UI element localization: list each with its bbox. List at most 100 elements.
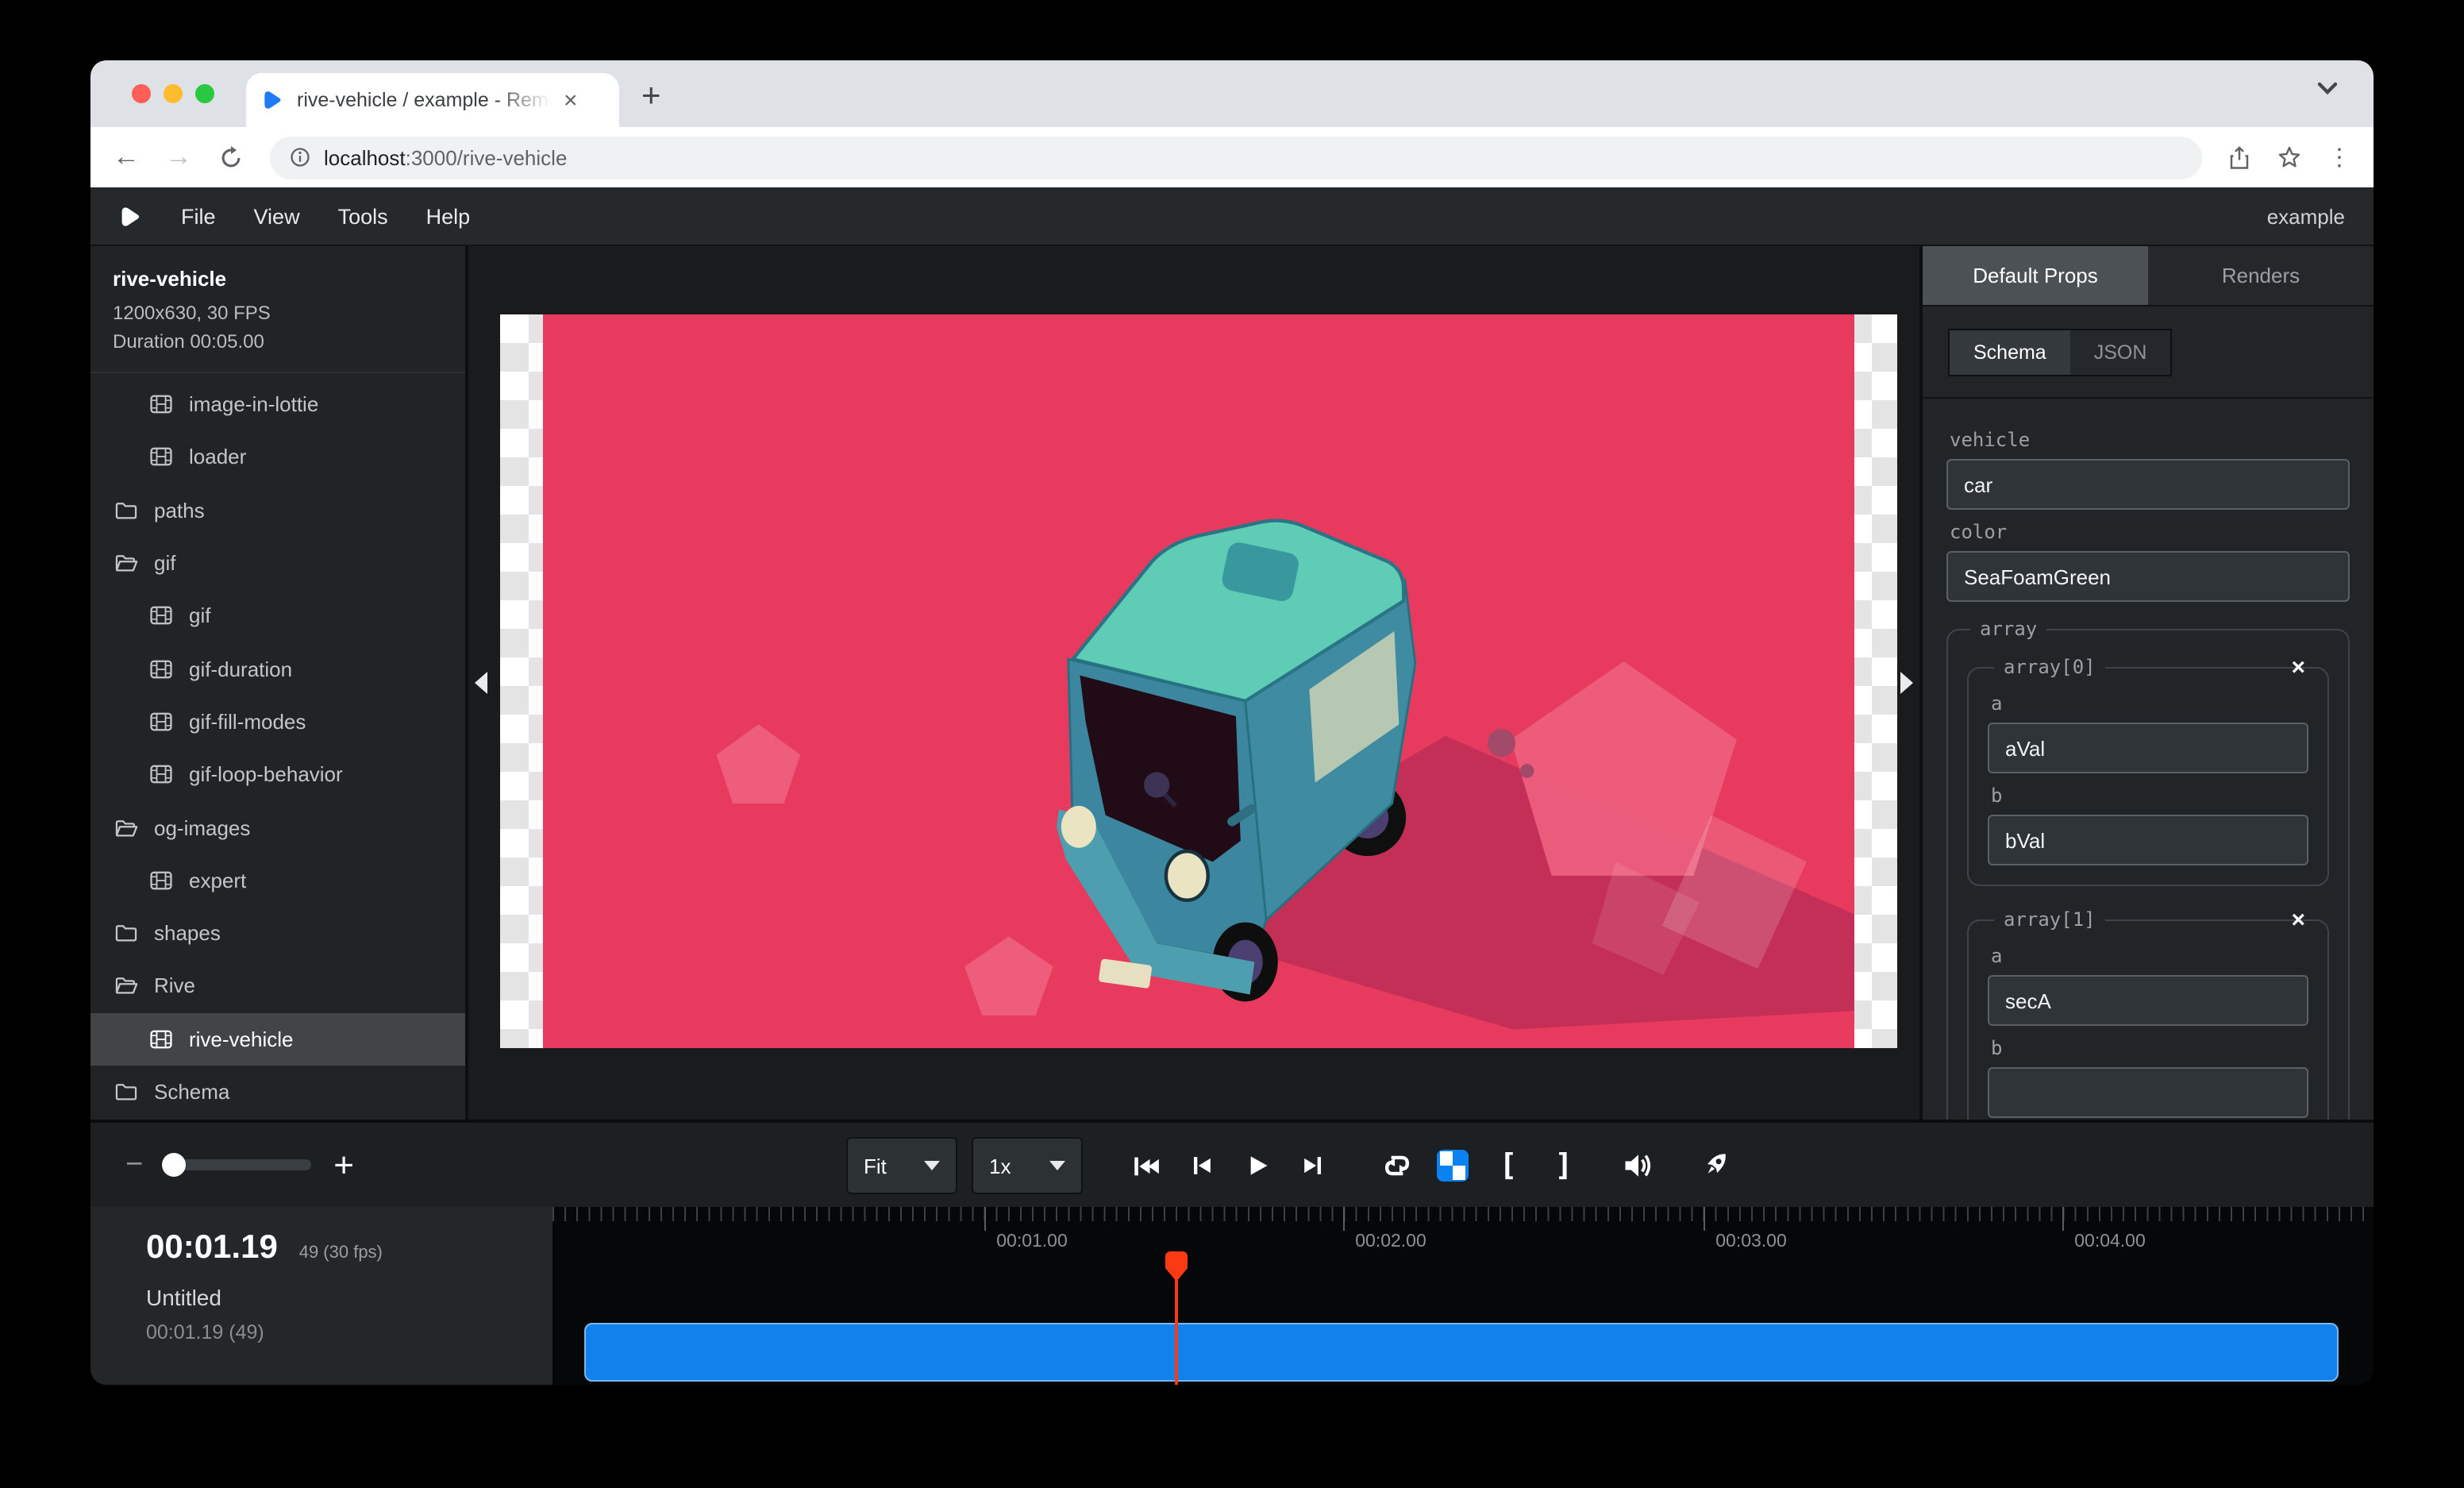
remotion-logo-icon	[119, 204, 143, 228]
browser-tab-strip: rive-vehicle / example - Remoti × +	[90, 60, 2374, 127]
jump-to-start-button[interactable]	[1126, 1137, 1167, 1194]
address-bar[interactable]: localhost:3000/rive-vehicle	[270, 136, 2202, 179]
array-0-input-a[interactable]: aVal	[1988, 723, 2308, 773]
set-in-point-button[interactable]: [	[1488, 1137, 1529, 1194]
timeline-track-bar[interactable]	[584, 1323, 2339, 1382]
field-label-vehicle: vehicle	[1950, 429, 2350, 451]
play-button[interactable]	[1237, 1137, 1278, 1194]
zoom-slider-thumb[interactable]	[162, 1153, 186, 1177]
field-input-vehicle[interactable]: car	[1946, 459, 2350, 510]
array-1-input-a[interactable]: secA	[1988, 975, 2308, 1026]
props-panel: Default Props Renders Schema JSON vehicl…	[1919, 246, 2374, 1120]
collapse-right-panel-arrow[interactable]	[1900, 672, 1913, 694]
fit-select[interactable]: Fit	[846, 1137, 957, 1194]
props-mode-toggle: Schema JSON	[1948, 329, 2172, 376]
sidebar-item-expert[interactable]: expert	[90, 854, 465, 907]
array-1-input-b[interactable]	[1988, 1067, 2308, 1118]
app-menu-bar: File View Tools Help example	[90, 187, 2374, 246]
in-bracket-icon: [	[1500, 1148, 1518, 1183]
track-duration: 00:01.19 (49)	[146, 1321, 552, 1343]
vehicle-artwork	[543, 314, 1854, 1048]
array-legend: array	[1970, 618, 2046, 640]
sidebar-item-rive-vehicle[interactable]: rive-vehicle	[90, 1012, 465, 1066]
mode-schema[interactable]: Schema	[1950, 330, 2070, 375]
menu-file[interactable]: File	[181, 204, 216, 228]
reload-icon[interactable]	[218, 144, 244, 171]
sidebar-folder-shapes[interactable]: shapes	[90, 907, 465, 960]
array-item-1-legend: array[1]	[1994, 908, 2105, 931]
sidebar-item-loader[interactable]: loader	[90, 431, 465, 484]
sidebar-item-gif-fill-modes[interactable]: gif-fill-modes	[90, 696, 465, 749]
search-tabs-chevron-icon[interactable]	[2316, 81, 2339, 95]
ruler-label-1s: 00:01.00	[996, 1232, 1068, 1251]
composition-name: rive-vehicle	[113, 267, 443, 291]
array-0-label-b: b	[1991, 784, 2308, 807]
zoom-in-button[interactable]: +	[333, 1144, 354, 1185]
chevron-down-icon	[1049, 1161, 1065, 1170]
set-out-point-button[interactable]: ]	[1543, 1137, 1584, 1194]
menu-help[interactable]: Help	[426, 204, 471, 228]
sidebar-folder-schema[interactable]: Schema	[90, 1066, 465, 1119]
field-label-color: color	[1950, 521, 2350, 543]
play-icon	[1242, 1150, 1273, 1182]
composition-duration: Duration 00:05.00	[113, 327, 443, 356]
zoom-slider[interactable]	[165, 1159, 311, 1170]
tab-close-icon[interactable]: ×	[564, 88, 578, 112]
window-traffic-lights[interactable]	[132, 84, 214, 103]
composition-viewport	[500, 314, 1897, 1048]
zoom-controls: − +	[125, 1123, 354, 1207]
menu-view[interactable]: View	[254, 204, 300, 228]
remove-array-item-0-icon[interactable]: ×	[2291, 654, 2305, 681]
track-name: Untitled	[146, 1285, 552, 1310]
transparency-checkerboard-toggle[interactable]	[1432, 1137, 1473, 1194]
sidebar-folder-rive[interactable]: Rive	[90, 960, 465, 1013]
sidebar-item-gif-duration[interactable]: gif-duration	[90, 642, 465, 696]
rocket-icon	[1699, 1148, 1734, 1183]
ruler-label-4s: 00:04.00	[2074, 1232, 2146, 1251]
sidebar-item-gif-loop-behavior[interactable]: gif-loop-behavior	[90, 748, 465, 801]
loop-toggle-button[interactable]	[1376, 1137, 1418, 1194]
sidebar-folder-paths[interactable]: paths	[90, 484, 465, 537]
tab-renders[interactable]: Renders	[2148, 246, 2374, 305]
bookmark-star-icon[interactable]	[2277, 145, 2302, 170]
tab-title: rive-vehicle / example - Remoti	[297, 89, 551, 111]
field-input-color[interactable]: SeaFoamGreen	[1946, 551, 2350, 602]
compositions-sidebar: rive-vehicle 1200x630, 30 FPS Duration 0…	[90, 246, 468, 1120]
playback-rate-select[interactable]: 1x	[972, 1137, 1083, 1194]
zoom-window-button[interactable]	[195, 84, 214, 103]
array-1-label-b: b	[1991, 1037, 2308, 1059]
minimize-window-button[interactable]	[164, 84, 183, 103]
fast-refresh-button[interactable]	[1696, 1137, 1737, 1194]
collapse-left-panel-arrow[interactable]	[475, 672, 487, 694]
zoom-out-button[interactable]: −	[125, 1147, 143, 1182]
remove-array-item-1-icon[interactable]: ×	[2291, 907, 2305, 934]
site-info-icon[interactable]	[289, 146, 311, 168]
browser-tab[interactable]: rive-vehicle / example - Remoti ×	[246, 73, 619, 127]
loop-icon	[1380, 1148, 1415, 1183]
menu-tools[interactable]: Tools	[338, 204, 388, 228]
browser-menu-icon[interactable]: ⋮	[2327, 143, 2351, 172]
mode-json[interactable]: JSON	[2070, 330, 2171, 375]
previous-frame-button[interactable]	[1181, 1137, 1222, 1194]
mute-toggle-button[interactable]	[1618, 1137, 1659, 1194]
playhead-marker[interactable]	[1165, 1251, 1188, 1283]
array-1-label-a: a	[1991, 945, 2308, 967]
sidebar-folder-og-images[interactable]: og-images	[90, 801, 465, 854]
preview-canvas	[468, 246, 1919, 1120]
back-icon[interactable]: ←	[113, 141, 140, 173]
sidebar-folder-gif[interactable]: gif	[90, 537, 465, 590]
chevron-down-icon	[924, 1161, 940, 1170]
tab-default-props[interactable]: Default Props	[1923, 246, 2148, 305]
next-frame-button[interactable]	[1292, 1137, 1334, 1194]
timeline-ruler[interactable]: 00:01.00 00:02.00 00:03.00 00:04.00	[552, 1207, 2374, 1267]
close-window-button[interactable]	[132, 84, 151, 103]
sidebar-item-image-in-lottie[interactable]: image-in-lottie	[90, 378, 465, 431]
sidebar-item-gif[interactable]: gif	[90, 589, 465, 642]
share-icon[interactable]	[2227, 144, 2251, 171]
array-item-0-legend: array[0]	[1994, 656, 2105, 678]
previous-frame-icon	[1186, 1150, 1218, 1182]
array-0-input-b[interactable]: bVal	[1988, 815, 2308, 865]
forward-icon[interactable]: →	[165, 141, 192, 173]
new-tab-button[interactable]: +	[641, 78, 661, 116]
props-fields: vehicle car color SeaFoamGreen array arr…	[1923, 399, 2374, 1120]
